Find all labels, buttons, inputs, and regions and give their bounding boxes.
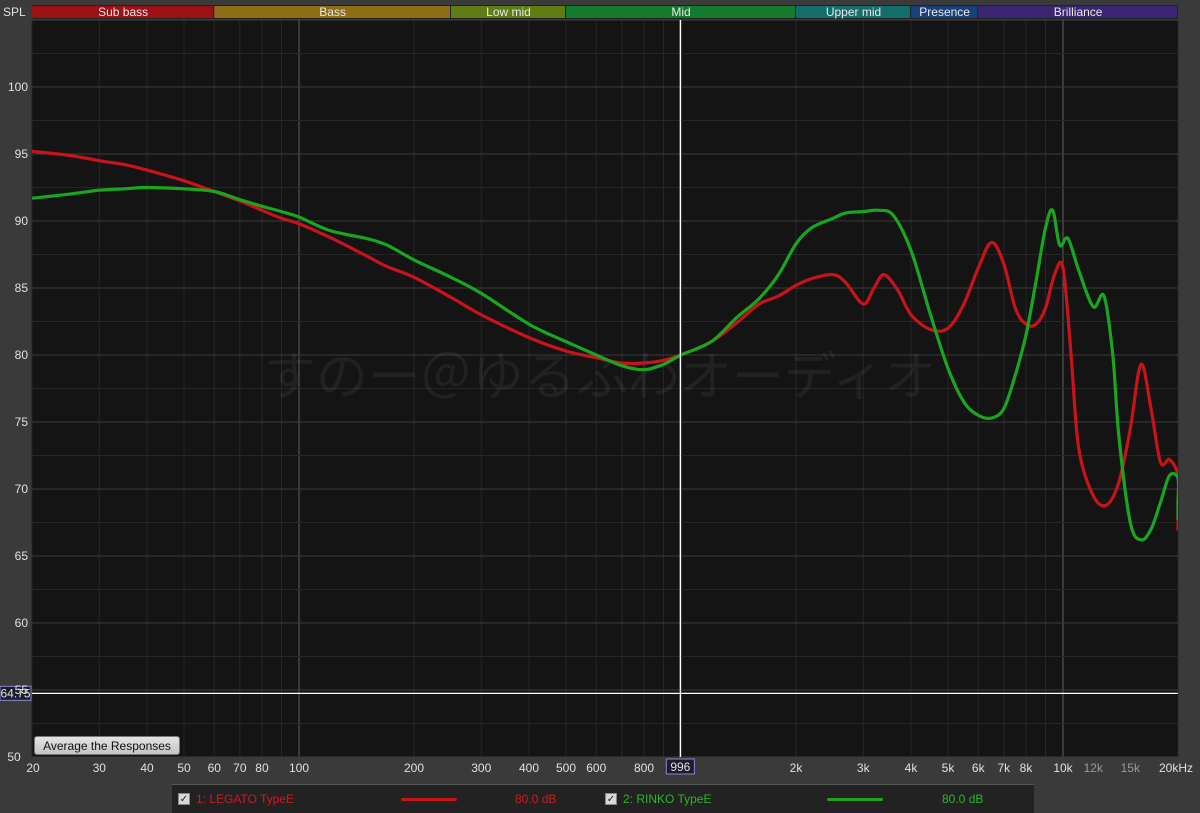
legend-level-1: 80.0 dB xyxy=(515,792,557,806)
legend-name-2: 2: RINKO TypeE xyxy=(623,792,712,806)
frequency-bands: Sub bass Bass Low mid Mid Upper mid Presence B… xyxy=(32,5,1178,19)
x-tick-label: 3k xyxy=(857,761,871,775)
x-tick-label: 800 xyxy=(634,761,654,775)
x-tick-label: 300 xyxy=(471,761,491,775)
x-tick-label: 6k xyxy=(972,761,986,775)
average-responses-button[interactable]: Average the Responses xyxy=(34,736,180,755)
legend-swatch-1 xyxy=(401,798,457,801)
legend-entry-1[interactable]: ✓ 1: LEGATO TypeE xyxy=(178,785,294,813)
x-tick-label: 500 xyxy=(556,761,576,775)
x-tick-label: 12k xyxy=(1084,761,1104,775)
y-tick-label: 90 xyxy=(15,214,29,228)
legend-entry-2[interactable]: ✓ 2: RINKO TypeE xyxy=(605,785,711,813)
x-tick-label: 200 xyxy=(404,761,424,775)
x-tick-label: 15k xyxy=(1121,761,1141,775)
x-tick-label: 2k xyxy=(790,761,804,775)
x-tick-label: 8k xyxy=(1020,761,1034,775)
x-tick-label: 20 xyxy=(26,761,40,775)
x-tick-label: 30 xyxy=(93,761,107,775)
legend-checkbox-2[interactable]: ✓ xyxy=(605,793,617,805)
x-tick-label: 40 xyxy=(140,761,154,775)
x-tick-label: 400 xyxy=(519,761,539,775)
band-label-0: Sub bass xyxy=(98,5,148,19)
x-tick-label: 70 xyxy=(233,761,247,775)
frequency-response-chart[interactable]: Sub bass Bass Low mid Mid Upper mid Presence B… xyxy=(0,0,1200,813)
cursor-freq-label: 996 xyxy=(670,760,690,774)
band-label-1: Bass xyxy=(319,5,346,19)
y-tick-label: 70 xyxy=(15,482,29,496)
y-axis-title: SPL xyxy=(3,5,26,19)
y-tick-label: 50 xyxy=(7,750,21,764)
x-tick-label: 4k xyxy=(905,761,919,775)
legend-name-1: 1: LEGATO TypeE xyxy=(196,792,295,806)
band-label-4: Upper mid xyxy=(826,5,881,19)
x-tick-label: 10k xyxy=(1053,761,1073,775)
x-tick-label: 60 xyxy=(208,761,222,775)
y-tick-label: 60 xyxy=(15,616,29,630)
y-tick-label: 80 xyxy=(15,348,29,362)
band-label-5: Presence xyxy=(919,5,970,19)
y-tick-label: 85 xyxy=(15,281,29,295)
legend: ✓ 1: LEGATO TypeE 80.0 dB ✓ 2: RINKO Typ… xyxy=(172,784,1034,813)
y-tick-label: 55 xyxy=(15,683,29,697)
band-label-2: Low mid xyxy=(486,5,531,19)
y-tick-label: 65 xyxy=(15,549,29,563)
y-tick-label: 75 xyxy=(15,415,29,429)
x-tick-label: 50 xyxy=(177,761,191,775)
legend-level-2: 80.0 dB xyxy=(942,792,984,806)
x-tick-label: 80 xyxy=(255,761,269,775)
x-tick-label: 600 xyxy=(586,761,606,775)
x-tick-label: 5k xyxy=(942,761,956,775)
band-label-3: Mid xyxy=(671,5,690,19)
band-label-6: Brilliance xyxy=(1054,5,1103,19)
y-tick-label: 95 xyxy=(15,147,29,161)
x-tick-label: 20kHz xyxy=(1159,761,1193,775)
legend-checkbox-1[interactable]: ✓ xyxy=(178,793,190,805)
legend-swatch-2 xyxy=(827,798,883,801)
x-tick-label: 100 xyxy=(289,761,309,775)
x-tick-label: 7k xyxy=(997,761,1011,775)
y-tick-label: 100 xyxy=(8,80,28,94)
